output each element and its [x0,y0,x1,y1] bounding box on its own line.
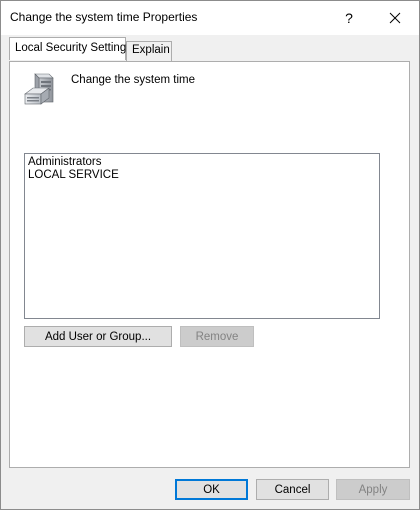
help-icon: ? [345,10,353,26]
title-bar[interactable]: Change the system time Properties ? [1,1,419,35]
close-button[interactable] [373,1,417,35]
properties-dialog: Change the system time Properties ? Loca… [0,0,420,510]
apply-button[interactable]: Apply [336,479,410,500]
window-title: Change the system time Properties [10,10,198,24]
cancel-button[interactable]: Cancel [256,479,329,500]
accounts-listbox[interactable]: Administrators LOCAL SERVICE [24,153,380,319]
list-item[interactable]: LOCAL SERVICE [28,169,376,182]
server-tower-icon [24,73,54,105]
tab-panel: Change the system time Administrators LO… [9,61,410,468]
ok-button[interactable]: OK [175,479,248,500]
help-button[interactable]: ? [327,1,371,35]
remove-button[interactable]: Remove [180,326,254,347]
policy-name: Change the system time [71,74,196,86]
list-item[interactable]: Administrators [28,156,376,169]
add-user-or-group-button[interactable]: Add User or Group... [24,326,172,347]
tab-local-security-setting[interactable]: Local Security Setting [9,37,126,60]
close-icon [389,12,401,24]
tab-explain[interactable]: Explain [126,41,172,61]
